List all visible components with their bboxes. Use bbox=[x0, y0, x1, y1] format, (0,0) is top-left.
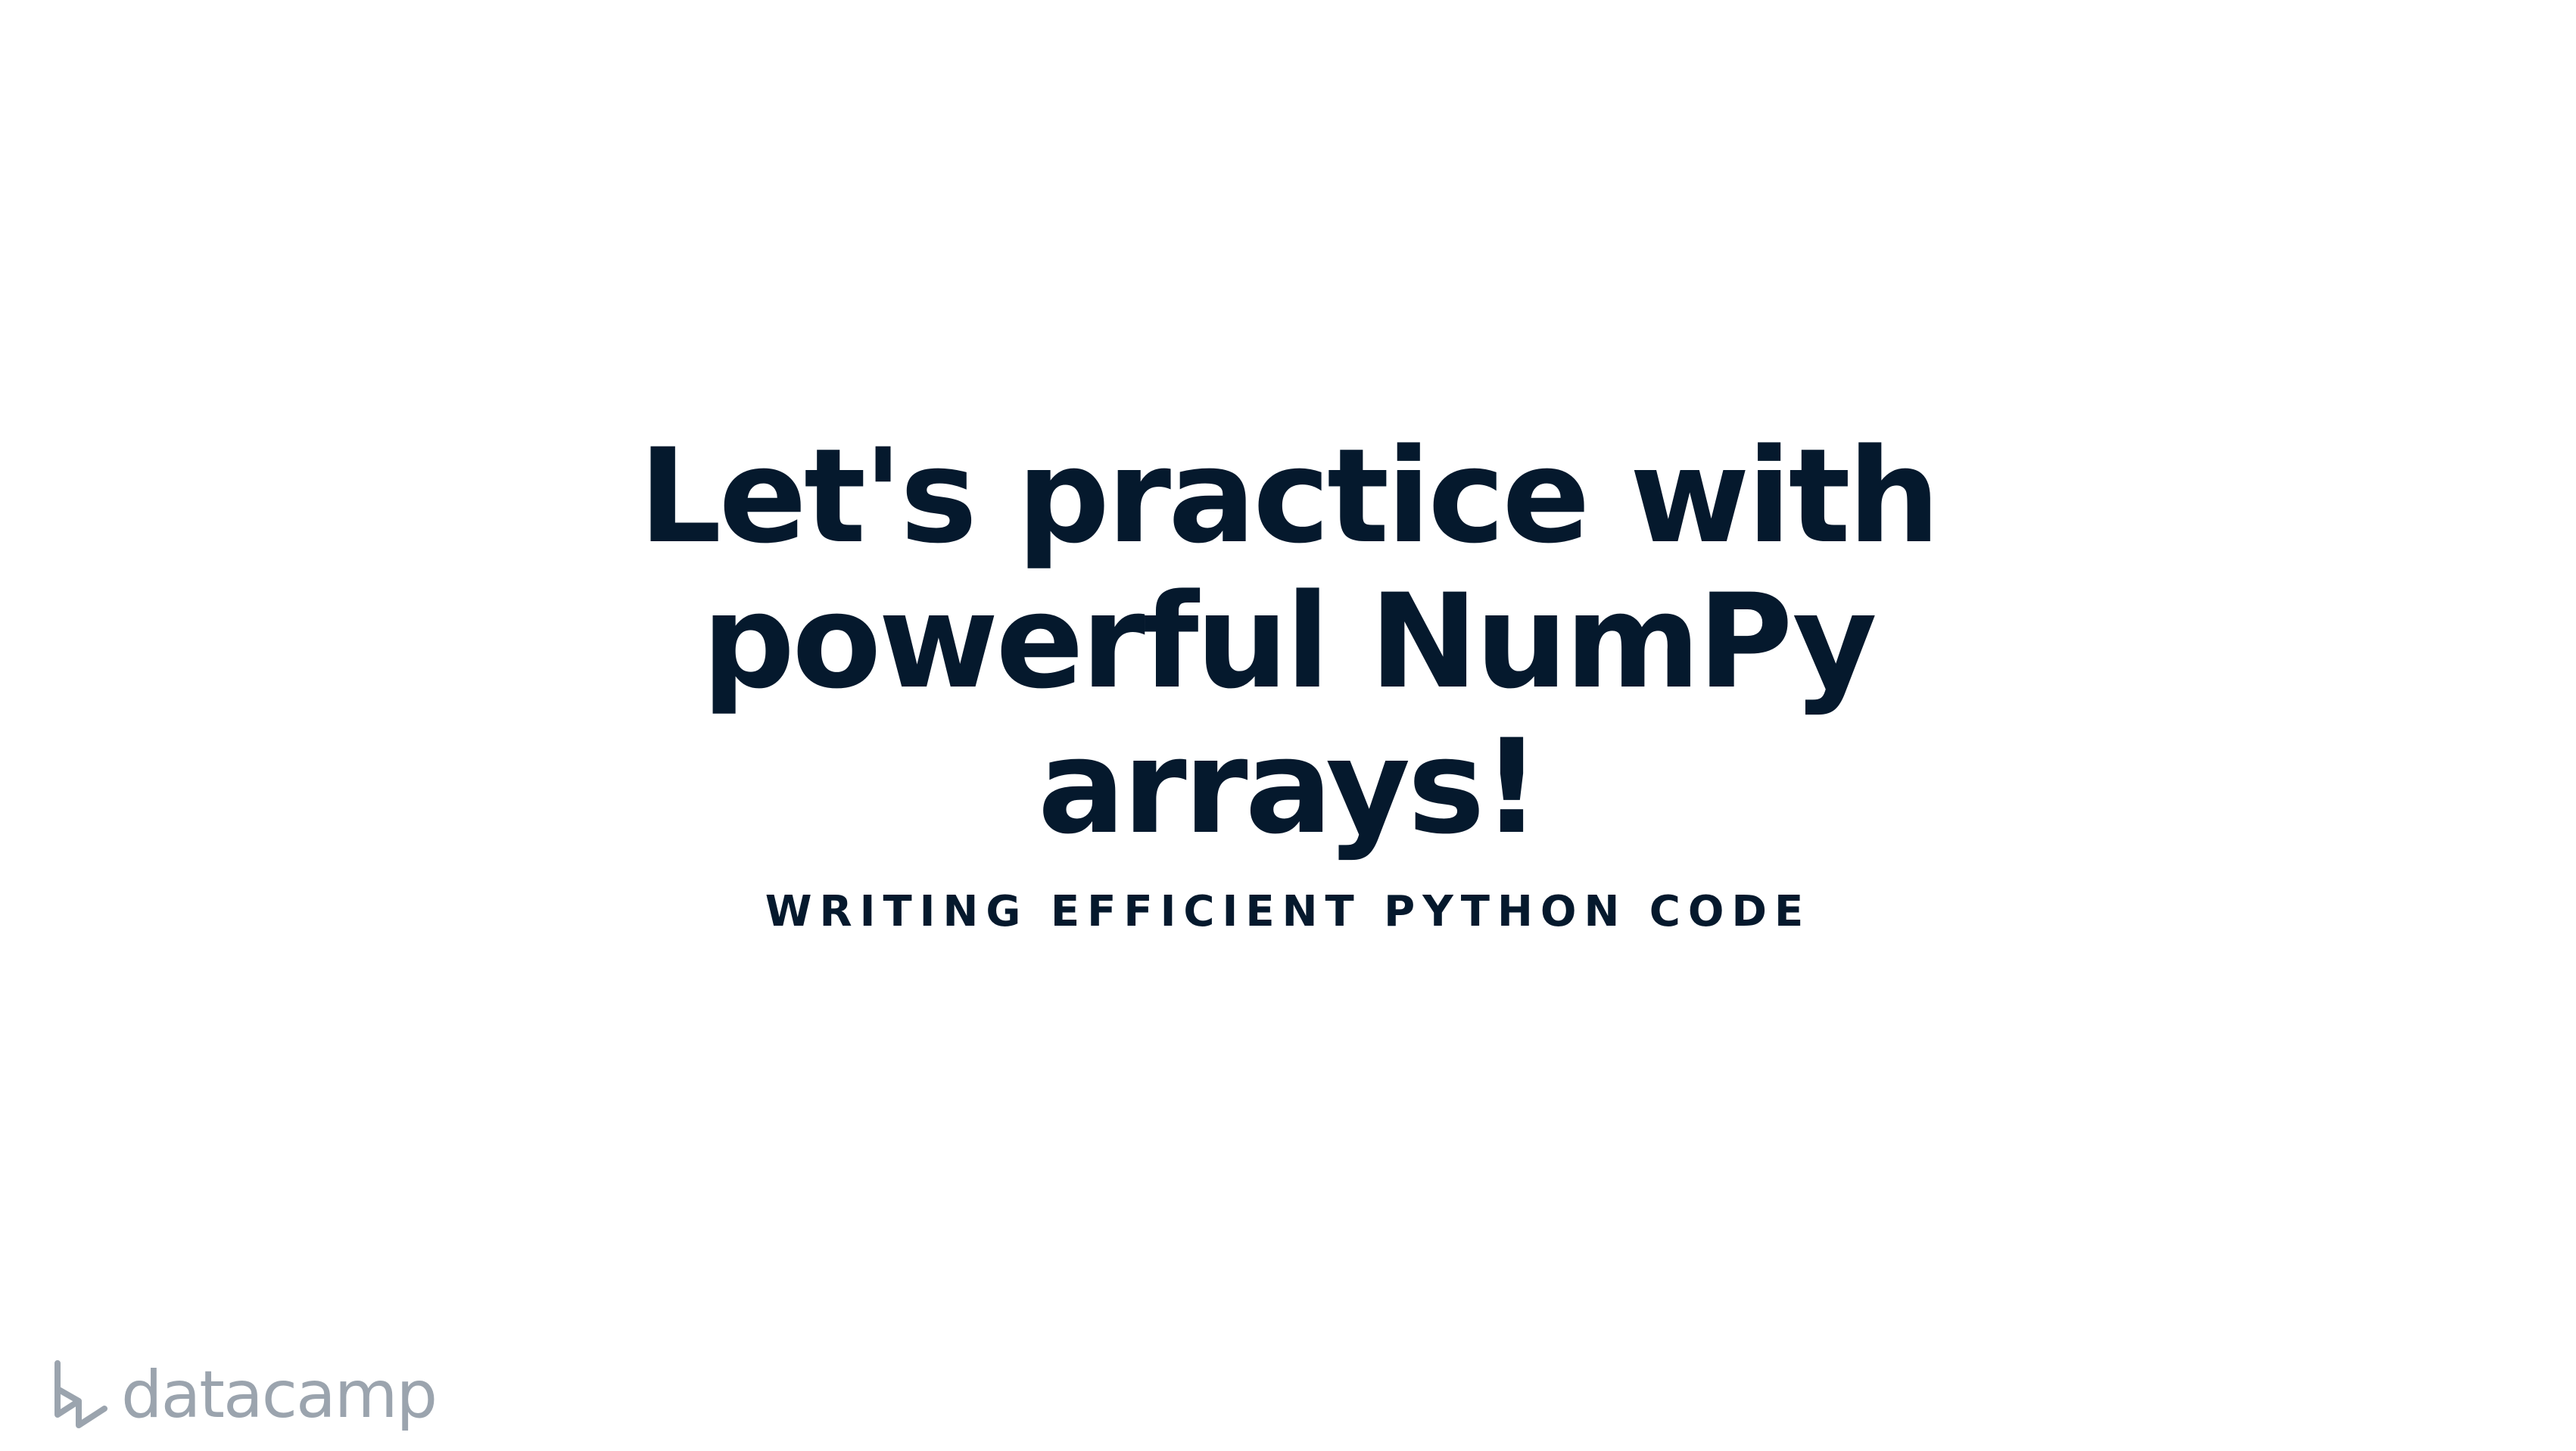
slide: Let's practice with powerful NumPy array… bbox=[0, 0, 2576, 1451]
slide-title-line-2: powerful NumPy bbox=[702, 565, 1877, 718]
slide-title: Let's practice with powerful NumPy array… bbox=[638, 420, 1941, 863]
title-block: Let's practice with powerful NumPy array… bbox=[0, 420, 2576, 937]
datacamp-logo-icon bbox=[51, 1359, 109, 1431]
datacamp-wordmark: datacamp bbox=[121, 1357, 438, 1433]
datacamp-logo: datacamp bbox=[51, 1357, 438, 1433]
slide-title-line-1: Let's practice with bbox=[638, 420, 1941, 572]
slide-title-line-3: arrays! bbox=[1037, 711, 1541, 863]
course-subtitle: WRITING EFFICIENT PYTHON CODE bbox=[765, 887, 1811, 936]
